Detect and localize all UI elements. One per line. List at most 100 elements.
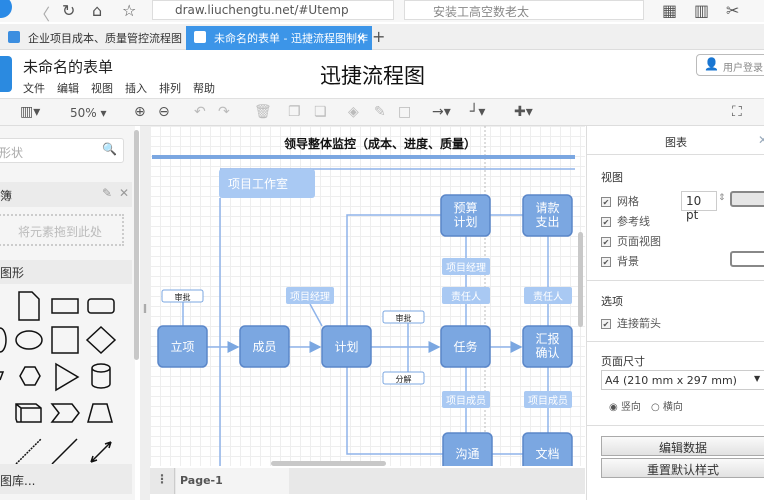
format-panel-icon[interactable]: ▥▾ (20, 104, 40, 120)
search-icon[interactable]: 🔍 (102, 142, 117, 156)
page-tab[interactable]: Page-1 (176, 468, 289, 494)
shape-dotted-line[interactable] (15, 438, 42, 465)
canvas-vscrollbar[interactable] (578, 232, 583, 327)
menu-edit[interactable]: 编辑 (57, 80, 79, 96)
delete-icon[interactable]: 🗑 (254, 104, 272, 120)
background-color-swatch[interactable] (730, 251, 764, 267)
menu-arrange[interactable]: 排列 (159, 80, 181, 96)
apps-icon[interactable]: ▦ (662, 1, 677, 20)
fill-color-icon[interactable]: ◈ (348, 104, 359, 120)
options-heading: 选项 (601, 295, 623, 308)
zoom-select[interactable]: 50% ▾ (70, 106, 107, 120)
label-text: 项目经理 (446, 261, 486, 274)
zoom-in-icon[interactable]: ⊕ (134, 104, 146, 120)
shape-parallelogram[interactable] (0, 371, 5, 381)
scissors-icon[interactable]: ✂ (726, 1, 739, 20)
user-icon: 👤 (704, 57, 719, 71)
grid-size-spinner[interactable]: ⇕ (718, 193, 726, 203)
tab-label: 企业项目成本、质量管控流程图 (28, 32, 182, 45)
shape-triangle[interactable] (55, 362, 80, 392)
tab-1[interactable]: 企业项目成本、质量管控流程图 (0, 26, 182, 50)
shape-square[interactable] (51, 326, 79, 354)
guides-checkbox[interactable]: ✔ 参考线 (601, 213, 650, 229)
shape-line[interactable] (51, 438, 78, 465)
paper-size-select[interactable]: A4 (210 mm x 297 mm) ▼ (601, 370, 764, 390)
close-panel-icon[interactable]: ✕ (758, 133, 764, 147)
shape-trapezoid[interactable] (87, 403, 113, 423)
page-view-checkbox[interactable]: ✔ 页面视图 (601, 233, 661, 249)
connection-icon[interactable]: →▾ (432, 104, 451, 120)
app-logo (0, 56, 12, 92)
landscape-radio[interactable]: ○ 横向 (651, 398, 683, 413)
menu-insert[interactable]: 插入 (125, 80, 147, 96)
reader-icon[interactable]: ▥ (694, 1, 709, 20)
waypoints-icon[interactable]: ┘▾ (470, 104, 485, 120)
home-icon[interactable]: ⌂ (92, 1, 102, 20)
undo-icon[interactable]: ↶ (194, 104, 206, 120)
shape-document[interactable] (18, 291, 40, 321)
diagram-canvas[interactable]: 领导整体监控（成本、进度、质量） 项目工作室 立项 成员 计划 任务 汇报 确认 预算 计划请… (150, 126, 585, 466)
fullscreen-icon[interactable]: ⛶ (732, 104, 742, 120)
search-placeholder: 形状 (0, 146, 24, 160)
more-shapes-button[interactable]: 图库... (0, 464, 132, 494)
page-menu-icon[interactable]: ⋮ (150, 468, 175, 494)
shape-circle[interactable] (0, 327, 7, 353)
shadow-icon[interactable]: □ (398, 104, 411, 120)
sidebar-scrollbar[interactable] (134, 130, 139, 360)
new-tab-icon[interactable]: + (372, 27, 385, 46)
canvas-hscrollbar[interactable] (271, 461, 386, 466)
redo-icon[interactable]: ↷ (218, 104, 230, 120)
shape-sidebar: 形状 🔍 簿 ✎ ✕ 将元素拖到此处 图形 图库... (0, 126, 139, 500)
tab-2-active[interactable]: 未命名的表单 - 迅捷流程图制作 (186, 26, 372, 50)
reset-style-button[interactable]: 重置默认样式 (601, 458, 764, 478)
browser-tabs: 企业项目成本、质量管控流程图 未命名的表单 - 迅捷流程图制作 × + (0, 24, 764, 50)
shape-search-input[interactable]: 形状 🔍 (0, 138, 124, 163)
menu-view[interactable]: 视图 (91, 80, 113, 96)
insert-icon[interactable]: ✚▾ (514, 104, 533, 120)
shape-rectangle[interactable] (51, 298, 79, 314)
close-icon[interactable]: ✕ (119, 186, 129, 200)
close-tab-icon[interactable]: × (356, 31, 366, 45)
menu-help[interactable]: 帮助 (193, 80, 215, 96)
menu-file[interactable]: 文件 (23, 80, 45, 96)
node-label: 立项 (170, 339, 194, 354)
to-back-icon[interactable]: ❏ (314, 104, 327, 120)
background-checkbox[interactable]: ✔ 背景 (601, 253, 639, 269)
diagram-title[interactable]: 领导整体监控（成本、进度、质量） (284, 136, 476, 151)
to-front-icon[interactable]: ❐ (288, 104, 301, 120)
zoom-value: 50% (70, 106, 97, 120)
document-title[interactable]: 未命名的表单 (23, 56, 113, 77)
node-label: 支出 (535, 215, 559, 229)
portrait-radio[interactable]: ◉ 竖向 (609, 398, 641, 413)
shape-cube[interactable] (15, 403, 42, 423)
shape-diamond[interactable] (85, 325, 117, 355)
grid-size-input[interactable]: 10 pt (681, 191, 717, 222)
address-bar[interactable]: draw.liuchengtu.net/#Utemp (152, 0, 394, 20)
zoom-out-icon[interactable]: ⊖ (158, 104, 170, 120)
shape-ellipse[interactable] (15, 330, 43, 350)
back-icon[interactable]: 〈 (34, 1, 50, 25)
shape-cylinder[interactable] (91, 363, 111, 389)
connect-arrows-checkbox[interactable]: ✔ 连接箭头 (601, 315, 661, 331)
grid-color-swatch[interactable] (730, 191, 764, 207)
site-icon (194, 31, 206, 43)
star-icon[interactable]: ☆ (122, 1, 136, 20)
shape-step[interactable] (50, 403, 80, 423)
scratchpad-dropzone[interactable]: 将元素拖到此处 (0, 214, 124, 246)
shapes-section-header[interactable]: 图形 (0, 260, 132, 284)
connect-arrows-label: 连接箭头 (617, 317, 661, 330)
grid-checkbox[interactable]: ✔ 网格 (601, 193, 639, 209)
sidebar-splitter[interactable]: ‖ (140, 126, 150, 500)
edit-data-button[interactable]: 编辑数据 (601, 436, 764, 456)
edit-icon[interactable]: ✎ (102, 186, 112, 200)
shape-rounded-rectangle[interactable] (87, 298, 115, 314)
scratchpad-header[interactable]: 簿 ✎ ✕ (0, 182, 132, 207)
node-label: 计划 (453, 215, 477, 229)
browser-search[interactable]: 安装工高空数老太 (404, 0, 644, 20)
shape-hexagon[interactable] (19, 366, 41, 386)
shape-bidirectional-arrow[interactable] (90, 441, 112, 463)
login-button[interactable]: 👤 用户登录 (696, 54, 764, 76)
line-color-icon[interactable]: ✎ (374, 104, 386, 120)
refresh-icon[interactable]: ↻ (62, 1, 75, 20)
page-size-section: 页面尺寸 A4 (210 mm x 297 mm) ▼ ◉ 竖向 ○ 横向 (587, 341, 764, 425)
